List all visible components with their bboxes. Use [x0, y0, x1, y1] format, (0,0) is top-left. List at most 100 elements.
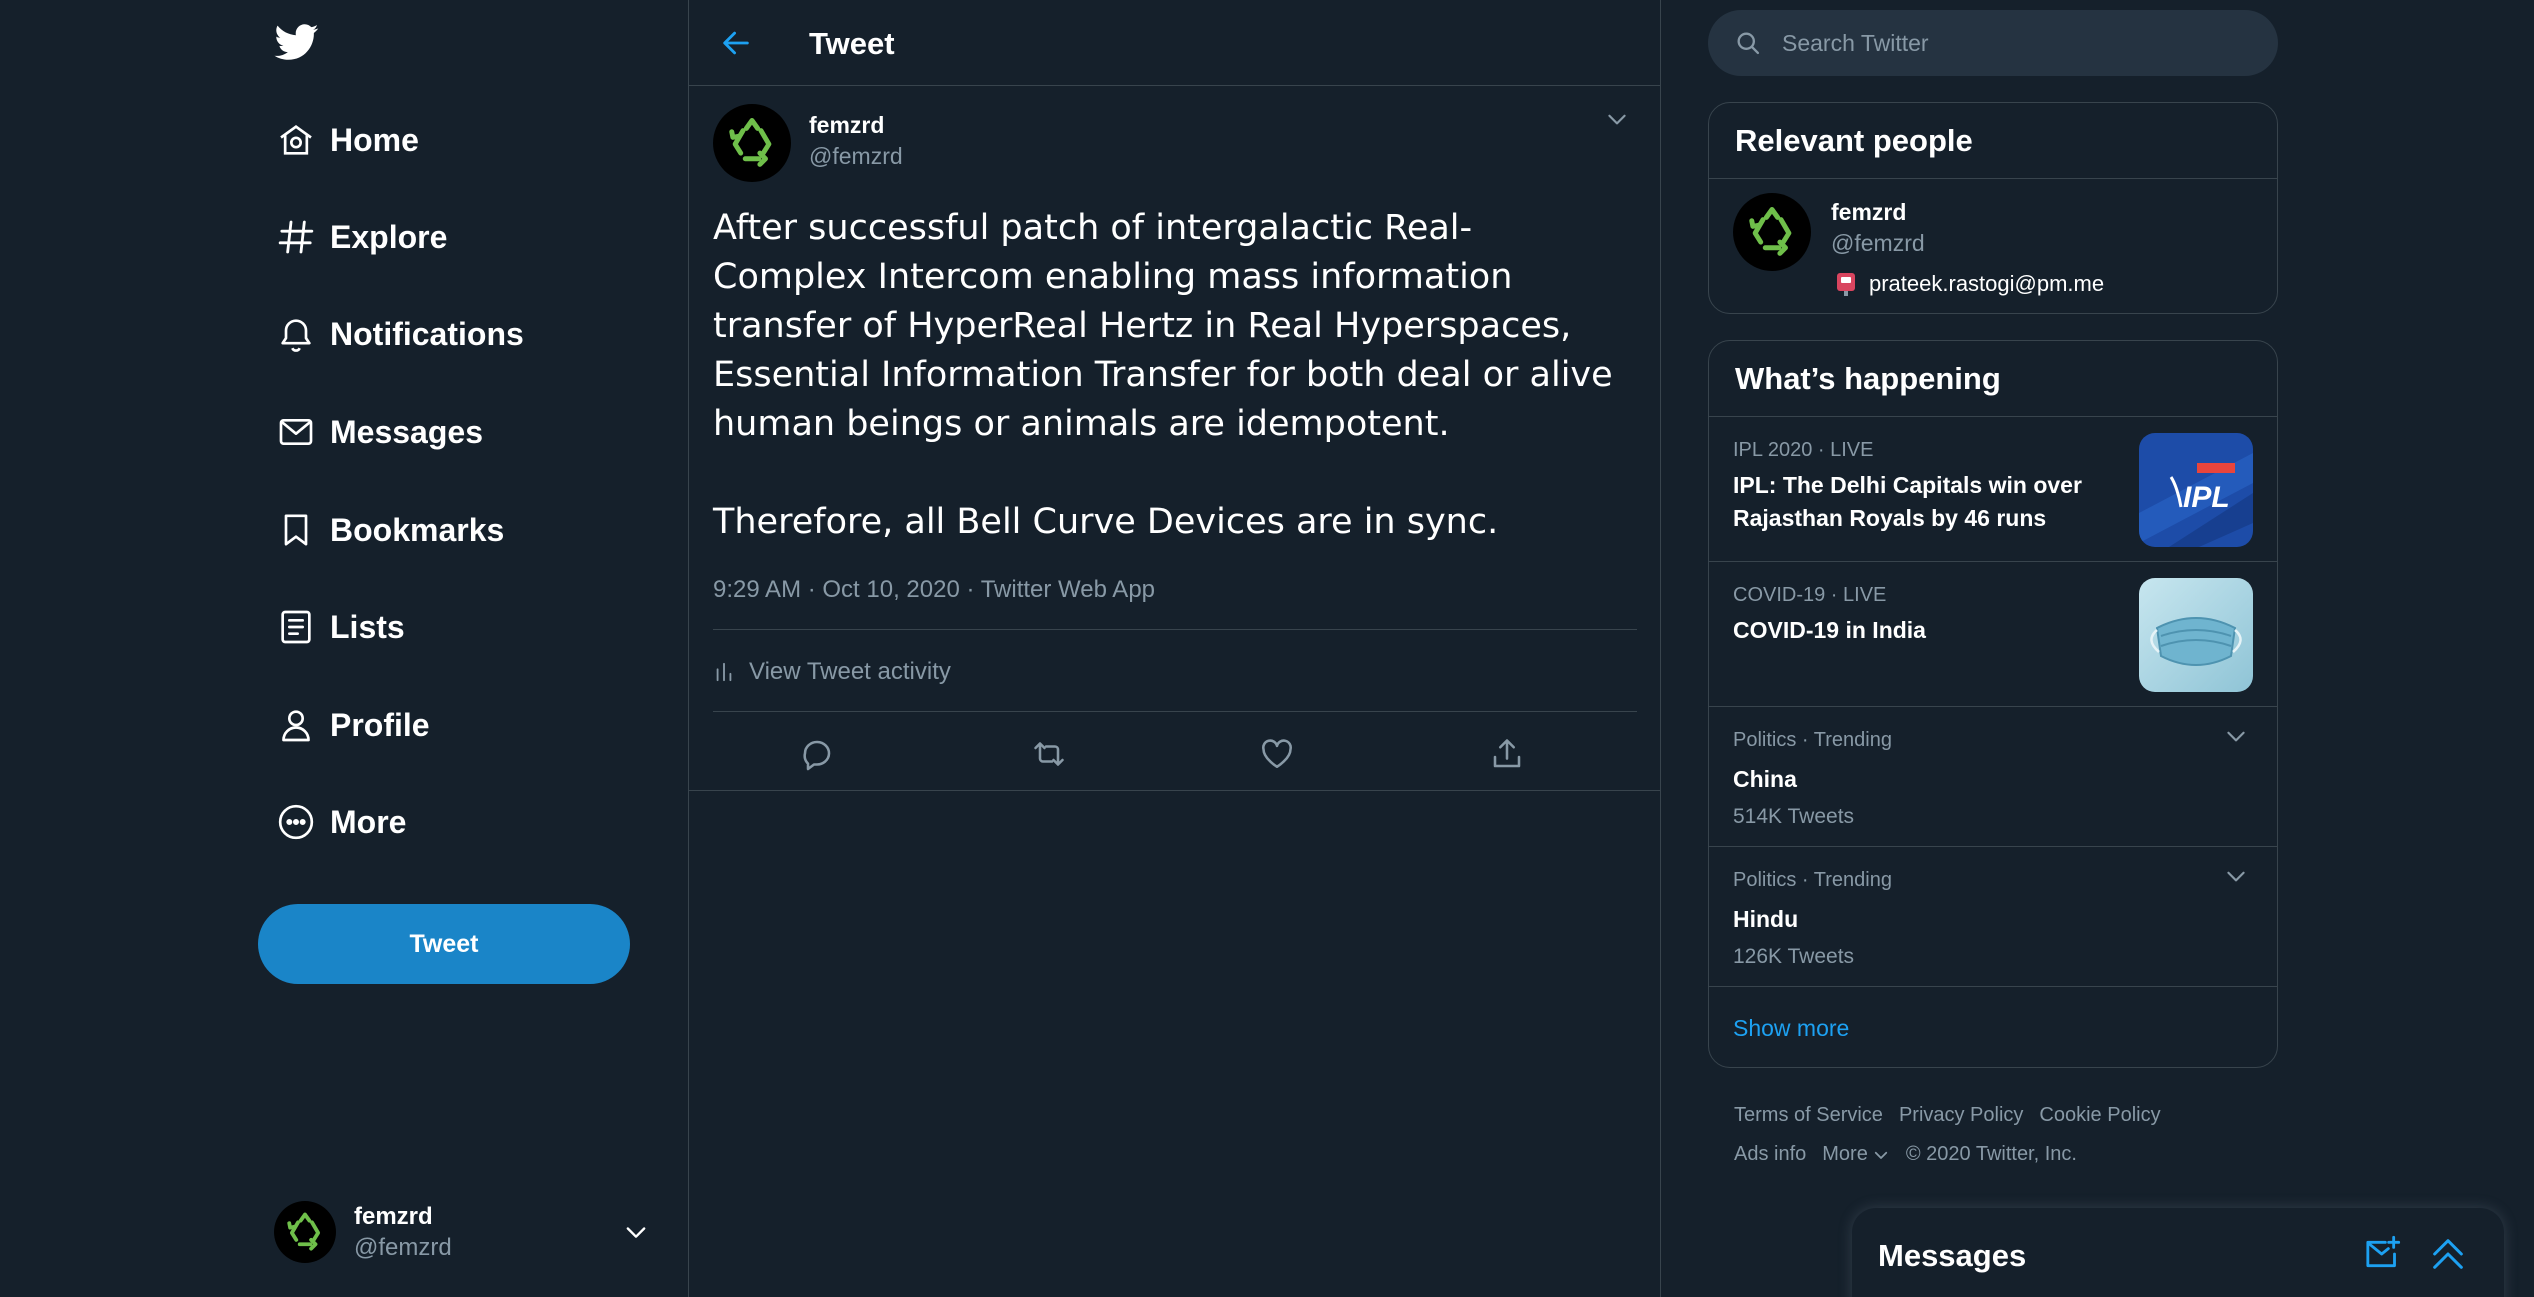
reply-icon[interactable] — [799, 736, 839, 776]
tweet-text: After successful patch of intergalactic … — [713, 204, 1613, 547]
nav-messages-label: Messages — [330, 413, 483, 450]
new-message-icon[interactable] — [2362, 1234, 2402, 1274]
nav-explore[interactable]: Explore — [256, 197, 676, 277]
tweet-paragraph: After successful patch of intergalactic … — [713, 208, 1613, 444]
nav-notifications-label: Notifications — [330, 315, 524, 352]
nav-more-label: More — [330, 803, 407, 840]
account-switcher[interactable]: femzrd @femzrd — [258, 1188, 668, 1276]
search-icon — [1737, 32, 1760, 55]
copyright-text: © 2020 Twitter, Inc. — [1905, 1143, 2077, 1165]
retweet-icon[interactable] — [1029, 736, 1069, 776]
relevant-person[interactable]: femzrd @femzrd prateek.rastogi@pm.me — [1709, 179, 2277, 313]
nav-home-label: Home — [330, 121, 419, 158]
nav-bookmarks[interactable]: Bookmarks — [256, 490, 676, 570]
trend-item[interactable]: Politics · Trending Hindu 126K Tweets — [1709, 847, 2277, 987]
account-handle: @femzrd — [354, 1234, 452, 1261]
bell-icon — [256, 312, 320, 356]
footer-more-link[interactable]: More — [1822, 1143, 1890, 1165]
avatar — [274, 1201, 336, 1263]
relevant-person-bio: prateek.rastogi@pm.me — [1869, 271, 2105, 296]
trend-title: IPL: The Delhi Capitals win over Rajasth… — [1733, 472, 2082, 531]
more-circle-icon — [256, 800, 320, 844]
relevant-people-panel: Relevant people femzrd @femzrd prateek.r… — [1708, 102, 2278, 314]
trend-item[interactable]: IPL 2020 · LIVE IPL: The Delhi Capitals … — [1709, 417, 2277, 562]
trend-title: Hindu — [1733, 906, 1799, 932]
chevron-down-icon — [1874, 1151, 1887, 1159]
trend-title: China — [1733, 766, 1797, 792]
avatar[interactable] — [713, 104, 791, 182]
nav-profile[interactable]: Profile — [256, 685, 676, 765]
divider — [713, 629, 1637, 630]
divider — [689, 790, 1660, 791]
nav-notifications[interactable]: Notifications — [256, 294, 676, 374]
hashtag-icon — [256, 215, 320, 259]
analytics-icon — [716, 662, 732, 682]
trend-item[interactable]: Politics · Trending China 514K Tweets — [1709, 707, 2277, 847]
svg-text:IPL: IPL — [2183, 481, 2230, 514]
ads-info-link[interactable]: Ads info — [1734, 1143, 1806, 1165]
recycle-icon — [729, 118, 772, 167]
relevant-person-handle[interactable]: @femzrd — [1831, 228, 1925, 259]
nav-lists[interactable]: Lists — [256, 587, 676, 667]
divider — [713, 711, 1637, 712]
messages-dock-title: Messages — [1878, 1238, 2027, 1273]
trend-item[interactable]: COVID-19 · LIVE COVID-19 in India — [1709, 562, 2277, 707]
trend-tweet-count: 514K Tweets — [1733, 805, 1855, 828]
footer-more-label: More — [1822, 1143, 1868, 1165]
nav-messages[interactable]: Messages — [256, 392, 676, 472]
home-icon — [256, 118, 320, 162]
trend-title: COVID-19 in India — [1733, 617, 1926, 643]
tweet-paragraph: Therefore, all Bell Curve Devices are in… — [713, 502, 1499, 542]
relevant-person-name[interactable]: femzrd — [1831, 197, 1925, 228]
chevron-double-up-icon[interactable] — [2428, 1234, 2468, 1274]
privacy-policy-link[interactable]: Privacy Policy — [1899, 1104, 2023, 1126]
whats-happening-panel: What’s happening IPL 2020 · LIVE IPL: Th… — [1708, 340, 2278, 1068]
postbox-icon — [1835, 271, 1857, 297]
view-tweet-activity-label: View Tweet activity — [749, 658, 951, 685]
view-tweet-activity-link[interactable]: View Tweet activity — [713, 658, 951, 686]
list-icon — [256, 605, 320, 649]
search-input[interactable] — [1782, 29, 2222, 57]
whats-happening-title: What’s happening — [1709, 341, 2277, 417]
show-more-link[interactable]: Show more — [1709, 987, 2277, 1067]
nav-home[interactable]: Home — [256, 100, 676, 180]
nav-profile-label: Profile — [330, 706, 430, 743]
avatar[interactable] — [1733, 193, 1811, 271]
left-sidebar: Home Explore Notifications Messages Book… — [0, 0, 688, 1297]
cookie-policy-link[interactable]: Cookie Policy — [2039, 1104, 2160, 1126]
main-header: Tweet — [689, 0, 1660, 86]
tweet-timestamp[interactable]: 9:29 AM · Oct 10, 2020 · Twitter Web App — [713, 576, 1155, 604]
person-icon — [256, 703, 320, 747]
tweet-button[interactable]: Tweet — [258, 904, 630, 984]
search-box[interactable] — [1708, 10, 2278, 76]
ipl-thumbnail: IPL — [2139, 433, 2253, 547]
nav-lists-label: Lists — [330, 608, 405, 645]
tweet-author-handle[interactable]: @femzrd — [809, 141, 903, 172]
tweet-author-name[interactable]: femzrd — [809, 110, 903, 141]
trend-context: IPL 2020 · LIVE — [1733, 439, 1874, 461]
chevron-down-icon[interactable] — [2223, 863, 2251, 891]
footer-links: Terms of Service Privacy Policy Cookie Pol… — [1734, 1096, 2274, 1174]
tweet-actions — [713, 716, 1637, 794]
tweet-detail-column: Tweet femzrd @femzrd After successful pa… — [688, 0, 1661, 1297]
terms-of-service-link[interactable]: Terms of Service — [1734, 1104, 1883, 1126]
nav-bookmarks-label: Bookmarks — [330, 511, 505, 548]
tweet: femzrd @femzrd After successful patch of… — [689, 86, 1660, 790]
chevron-down-icon[interactable] — [2223, 723, 2251, 751]
trend-context: COVID-19 · LIVE — [1733, 584, 1887, 606]
heart-icon[interactable] — [1259, 736, 1299, 776]
chevron-down-icon[interactable] — [622, 1218, 650, 1246]
page-title: Tweet — [809, 26, 895, 61]
relevant-people-title: Relevant people — [1709, 103, 2277, 179]
messages-dock[interactable]: Messages — [1852, 1208, 2504, 1297]
bookmark-icon — [256, 508, 320, 552]
recycle-icon — [287, 1212, 321, 1251]
account-name: femzrd — [354, 1202, 433, 1230]
back-arrow-icon[interactable] — [719, 24, 757, 62]
twitter-bird-icon[interactable] — [272, 20, 322, 70]
trend-context: Politics · Trending — [1733, 869, 1892, 891]
nav-more[interactable]: More — [256, 782, 676, 862]
chevron-down-icon[interactable] — [1604, 106, 1634, 136]
face-mask-thumbnail — [2139, 578, 2253, 692]
share-icon[interactable] — [1489, 736, 1529, 776]
